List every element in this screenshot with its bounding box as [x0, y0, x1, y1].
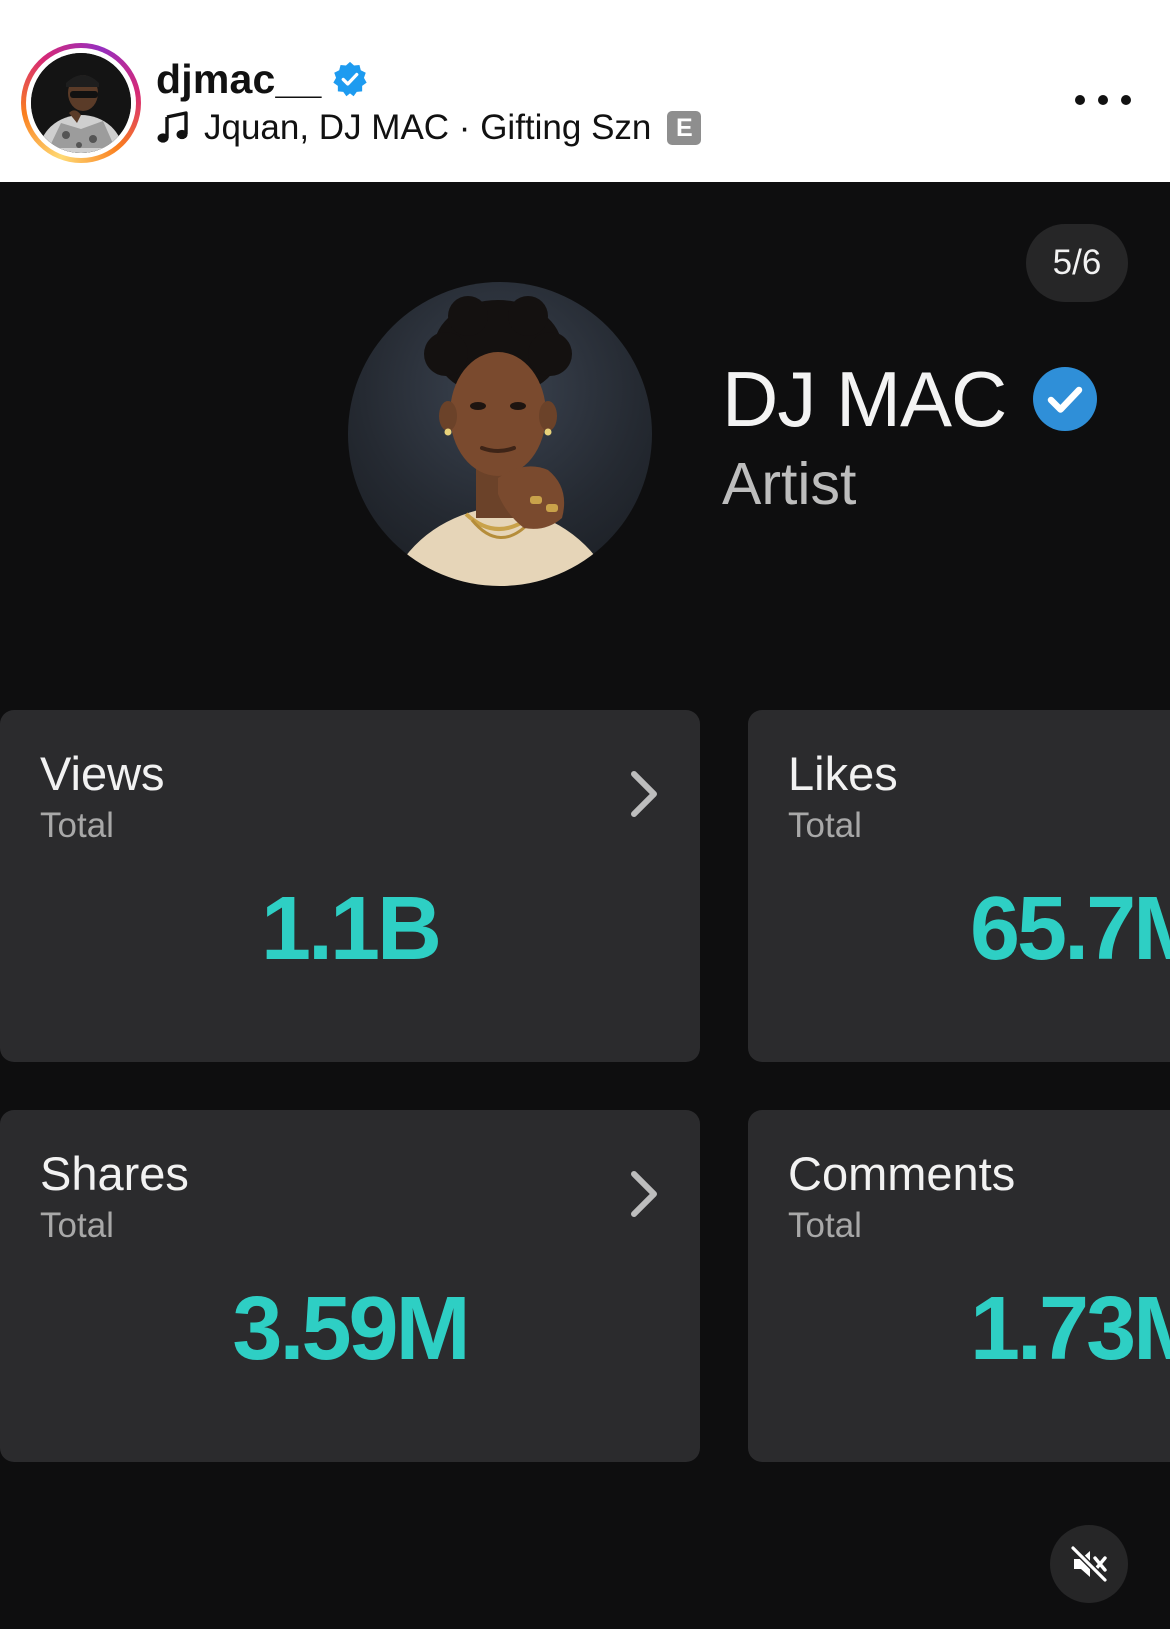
story-avatar[interactable] — [21, 43, 141, 163]
stat-value: 1.1B — [260, 879, 442, 979]
post-header: djmac__ Jquan, DJ MAC · Gifting Szn E — [0, 0, 1170, 182]
stat-value: 3.59M — [232, 1279, 470, 1379]
avatar-image — [31, 53, 131, 153]
stat-sublabel: Total — [788, 806, 862, 845]
more-horizontal-icon — [1075, 95, 1085, 105]
stat-label: Comments — [788, 1147, 1016, 1200]
stat-label: Views — [40, 747, 165, 800]
stat-sublabel: Total — [788, 1206, 862, 1245]
verified-badge-icon — [332, 61, 367, 97]
stat-card-views[interactable]: Views Total 1.1B — [0, 710, 700, 1062]
stat-sublabel: Total — [40, 806, 114, 845]
artist-profile-photo — [348, 282, 652, 586]
audio-title: Jquan, DJ MAC · Gifting Szn — [204, 108, 652, 147]
stat-card-likes[interactable]: Likes Total 65.7M — [748, 710, 1170, 1062]
stat-card-comments[interactable]: Comments Total 1.73M — [748, 1110, 1170, 1462]
stat-sublabel: Total — [40, 1206, 114, 1245]
chevron-right-icon — [631, 771, 657, 817]
stat-value: 1.73M — [970, 1279, 1170, 1379]
music-note-icon — [157, 111, 188, 143]
post-media[interactable]: 5/6 DJ MAC Artist Views Total 1.1B Likes… — [0, 182, 1170, 1629]
more-options-button[interactable] — [1075, 80, 1131, 120]
carousel-page-counter: 5/6 — [1026, 224, 1128, 302]
username-row: djmac__ — [156, 56, 368, 102]
audio-link[interactable]: Jquan, DJ MAC · Gifting Szn E — [156, 106, 702, 150]
username[interactable]: djmac__ — [156, 56, 322, 103]
artist-role: Artist — [722, 451, 857, 517]
explicit-badge: E — [667, 111, 702, 145]
verified-check-icon — [1033, 367, 1098, 431]
stat-label: Likes — [788, 747, 898, 800]
chevron-right-icon — [631, 1171, 657, 1217]
speaker-muted-icon — [1070, 1545, 1108, 1583]
artist-name: DJ MAC — [722, 354, 1007, 443]
stat-card-shares[interactable]: Shares Total 3.59M — [0, 1110, 700, 1462]
stat-value: 65.7M — [970, 879, 1170, 979]
mute-toggle-button[interactable] — [1050, 1525, 1128, 1603]
stat-label: Shares — [40, 1147, 189, 1200]
artist-name-row: DJ MAC — [722, 354, 1098, 444]
